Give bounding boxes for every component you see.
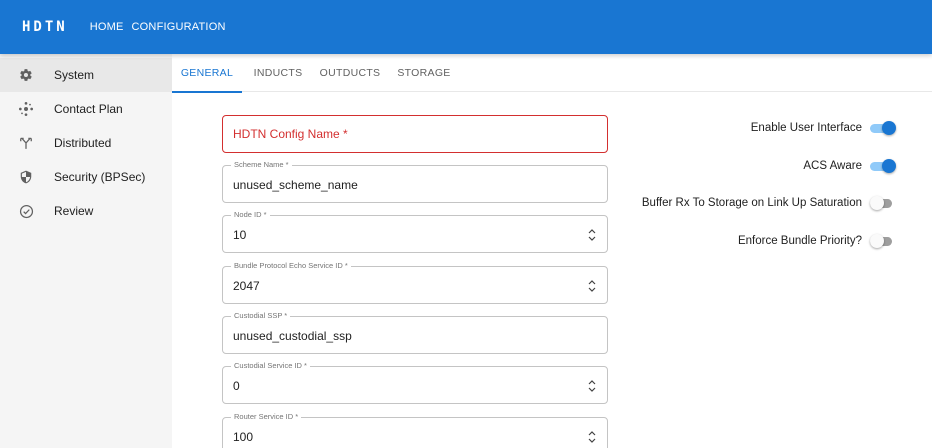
toggle-switch[interactable]	[870, 159, 896, 173]
tab-indicator	[172, 91, 242, 93]
stepper-icon[interactable]	[587, 228, 597, 242]
router-service-id-field[interactable]: Router Service ID * 100	[222, 412, 608, 448]
stepper-icon[interactable]	[587, 379, 597, 393]
stepper-icon[interactable]	[587, 430, 597, 444]
sidebar-item-label: Distributed	[54, 136, 112, 150]
tab-label: OUTDUCTS	[319, 67, 381, 79]
field-label: Node ID *	[231, 210, 270, 220]
field-value: 10	[233, 228, 247, 242]
nav-home-link[interactable]: HOME	[90, 21, 124, 33]
toggle-label: ACS Aware	[803, 160, 862, 172]
tab-label: GENERAL	[180, 67, 234, 79]
sidebar-item-system[interactable]: System	[0, 58, 172, 92]
merge-icon	[18, 135, 34, 151]
field-label: Router Service ID *	[231, 412, 302, 422]
sidebar-item-label: Security (BPSec)	[54, 170, 146, 184]
toggle-enforce-bundle-priority[interactable]: Enforce Bundle Priority?	[738, 231, 896, 251]
field-value: 2047	[233, 279, 260, 293]
custodial-service-id-field[interactable]: Custodial Service ID * 0	[222, 361, 608, 404]
node-id-field[interactable]: Node ID * 10	[222, 210, 608, 253]
scheme-name-field[interactable]: Scheme Name * unused_scheme_name	[222, 160, 608, 203]
tab-label: INDUCTS	[253, 67, 303, 79]
sidebar-item-distributed[interactable]: Distributed	[0, 126, 172, 160]
field-value: unused_scheme_name	[233, 178, 358, 192]
config-name-field[interactable]: HDTN Config Name *	[222, 115, 608, 153]
field-label: Scheme Name *	[231, 160, 292, 170]
toggle-label: Enable User Interface	[750, 122, 862, 134]
app-logo[interactable]: HDTN	[22, 19, 68, 35]
sidebar-item-label: System	[54, 68, 95, 82]
config-name-placeholder: HDTN Config Name *	[233, 127, 348, 141]
tab-outducts[interactable]: OUTDUCTS	[314, 54, 386, 92]
sidebar: System Contact Plan Distributed Security…	[0, 54, 172, 448]
app-bar: HDTN HOME CONFIGURATION	[0, 0, 932, 54]
field-label: Bundle Protocol Echo Service ID *	[231, 261, 351, 271]
toggle-acs-aware[interactable]: ACS Aware	[803, 156, 896, 176]
field-label: Custodial Service ID *	[231, 361, 310, 371]
toggle-label: Enforce Bundle Priority?	[737, 235, 862, 247]
sidebar-item-security[interactable]: Security (BPSec)	[0, 160, 172, 194]
echo-service-id-field[interactable]: Bundle Protocol Echo Service ID * 2047	[222, 261, 608, 304]
sidebar-item-label: Review	[54, 204, 94, 218]
field-value: 0	[233, 379, 240, 393]
tab-storage[interactable]: STORAGE	[386, 54, 462, 92]
gear-icon	[18, 67, 34, 83]
toggle-buffer-rx-to-storage[interactable]: Buffer Rx To Storage on Link Up Saturati…	[642, 193, 896, 213]
toggle-label: Buffer Rx To Storage on Link Up Saturati…	[641, 197, 862, 209]
tab-inducts[interactable]: INDUCTS	[242, 54, 314, 92]
check-circle-icon	[18, 203, 34, 219]
network-icon	[18, 101, 34, 117]
tab-label: STORAGE	[397, 67, 451, 79]
sidebar-item-label: Contact Plan	[54, 102, 123, 116]
toggle-switch[interactable]	[870, 121, 896, 135]
sidebar-item-review[interactable]: Review	[0, 194, 172, 228]
stepper-icon[interactable]	[587, 279, 597, 293]
sidebar-item-contact-plan[interactable]: Contact Plan	[0, 92, 172, 126]
field-label: Custodial SSP *	[231, 311, 291, 321]
nav-configuration-link[interactable]: CONFIGURATION	[132, 21, 226, 33]
tab-general[interactable]: GENERAL	[172, 54, 242, 93]
shield-icon	[18, 169, 34, 185]
custodial-ssp-field[interactable]: Custodial SSP * unused_custodial_ssp	[222, 311, 608, 354]
toggle-enable-user-interface[interactable]: Enable User Interface	[751, 118, 896, 138]
tab-bar: GENERAL INDUCTS OUTDUCTS STORAGE	[172, 54, 932, 93]
toggle-switch[interactable]	[870, 196, 896, 210]
field-value: 100	[233, 430, 254, 444]
field-value: unused_custodial_ssp	[233, 329, 352, 343]
toggle-switch[interactable]	[870, 234, 896, 248]
